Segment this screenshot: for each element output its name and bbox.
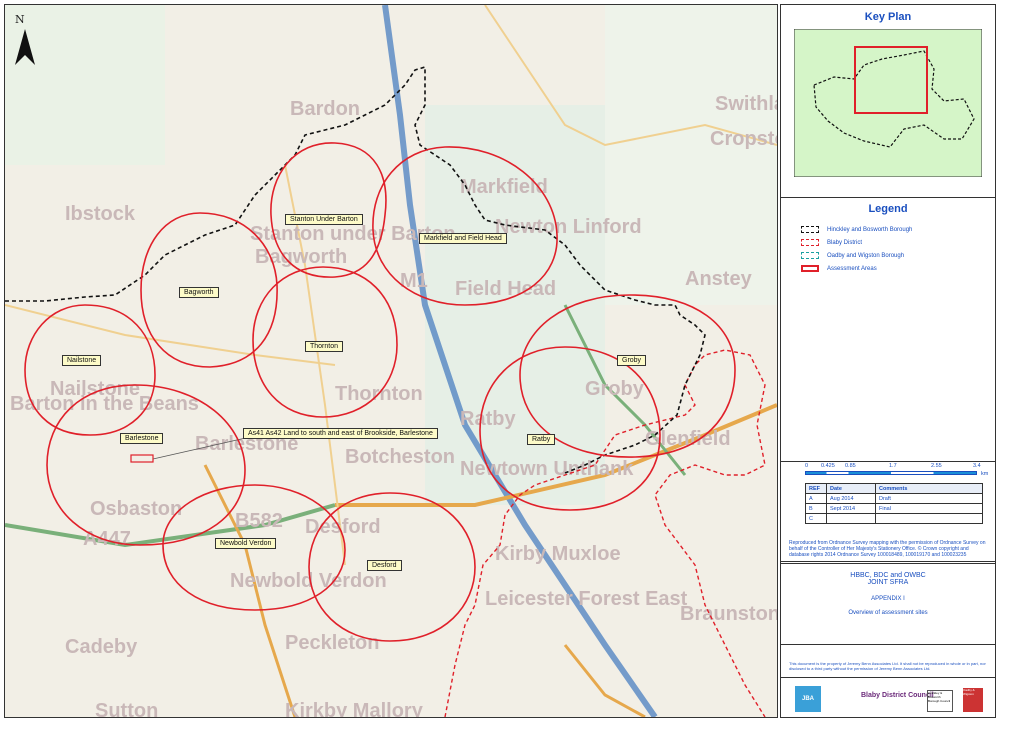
place-name-label: Ibstock xyxy=(65,203,136,225)
place-name-label: A447 xyxy=(83,528,131,550)
site-label-desford: Desford xyxy=(367,560,402,571)
place-name-label: M1 xyxy=(400,270,428,292)
place-name-label: Markfield xyxy=(460,176,548,198)
place-name-label: Sutton xyxy=(95,700,158,717)
place-name-label: Bagworth xyxy=(255,246,347,268)
place-name-label: Swithland xyxy=(715,93,777,115)
logo-strip: JBA consulting Blaby District Council Hi… xyxy=(781,677,995,728)
table-row: C xyxy=(805,513,983,524)
place-name-label: Peckleton xyxy=(285,632,379,654)
appendix-label: APPENDIX I xyxy=(871,596,905,602)
place-name-label: B582 xyxy=(235,510,283,532)
site-label-bagworth: Bagworth xyxy=(179,287,219,298)
legend-title: Legend xyxy=(868,203,908,215)
place-name-label: Anstey xyxy=(685,268,753,290)
table-row: A Aug 2014 Draft xyxy=(805,493,983,504)
legend-section: Legend Hinckley and Bosworth Borough Bla… xyxy=(781,197,995,477)
place-name-label: Botcheston xyxy=(345,446,455,468)
place-name-label: Cropston xyxy=(710,128,777,150)
jba-logo: JBA consulting xyxy=(795,686,825,728)
place-name-label: Osbaston xyxy=(90,498,182,520)
place-name-label: Field Head xyxy=(455,278,556,300)
hinckley-logo: Hinckley & Bosworth Borough Council xyxy=(927,690,953,712)
place-name-label: Newbold Verdon xyxy=(230,570,387,592)
place-name-label: Bardon xyxy=(290,98,360,120)
copyright-text: Reproduced from Ordnance Survey mapping … xyxy=(789,540,986,558)
site-label-thornton: Thornton xyxy=(305,341,344,352)
site-label-groby: Groby xyxy=(617,355,647,366)
place-name-label: Leicester Forest East xyxy=(485,588,688,610)
site-label-markfield: Markfield and Field Head xyxy=(419,233,507,244)
blaby-logo: Blaby District Council xyxy=(861,692,934,699)
site-label-ratby: Ratby xyxy=(527,434,556,445)
place-name-label: Groby xyxy=(585,378,645,400)
north-label: N xyxy=(15,13,25,26)
title-block: HBBC, BDC and OWBC JOINT SFRA APPENDIX I… xyxy=(781,563,995,645)
disclaimer-text: This document is the property of Jeremy … xyxy=(789,661,986,671)
place-name-label: Kirkby Mallory xyxy=(285,700,424,717)
table-row: B Sept 2014 Final xyxy=(805,503,983,514)
place-name-label: Glenfield xyxy=(645,428,731,450)
site-label-stanton: Stanton Under Barton xyxy=(285,214,363,225)
project-title: HBBC, BDC and OWBC JOINT SFRA xyxy=(850,572,926,586)
scale-bar: 0 0.425 0.85 1.7 2.55 3.4 km xyxy=(805,463,989,477)
site-label-newbold: Newbold Verdon xyxy=(215,538,277,549)
drawing-subtitle: Overview of assessment sites xyxy=(848,610,928,616)
oadby-logo: Oadby & Wigston xyxy=(963,688,983,712)
site-label-barlestone: Barlestone xyxy=(120,433,164,444)
base-map: IbstockStanton under BartonBagworthThorn… xyxy=(5,5,777,717)
key-plan-map xyxy=(794,29,982,177)
place-name-label: Ratby xyxy=(460,408,516,430)
site-label-as41: As41 As42 Land to south and east of Broo… xyxy=(243,428,438,439)
side-panel: Key Plan Legend Hinckley and Bosworth Bo… xyxy=(780,4,996,728)
place-name-label: Kirby Muxloe xyxy=(495,543,621,565)
site-label-nailstone: Nailstone xyxy=(62,355,102,366)
key-plan-section: Key Plan xyxy=(781,5,995,198)
revision-table: REF Date Comments A Aug 2014 Draft B Sept 2… xyxy=(805,483,983,524)
place-name-label: Braunstone Town xyxy=(680,603,777,625)
place-name-label: Cadeby xyxy=(65,636,138,658)
key-plan-title: Key Plan xyxy=(864,11,912,23)
map-frame[interactable]: Ibstock Stanton under Barton Bagworth Thorn… xyxy=(4,4,778,718)
